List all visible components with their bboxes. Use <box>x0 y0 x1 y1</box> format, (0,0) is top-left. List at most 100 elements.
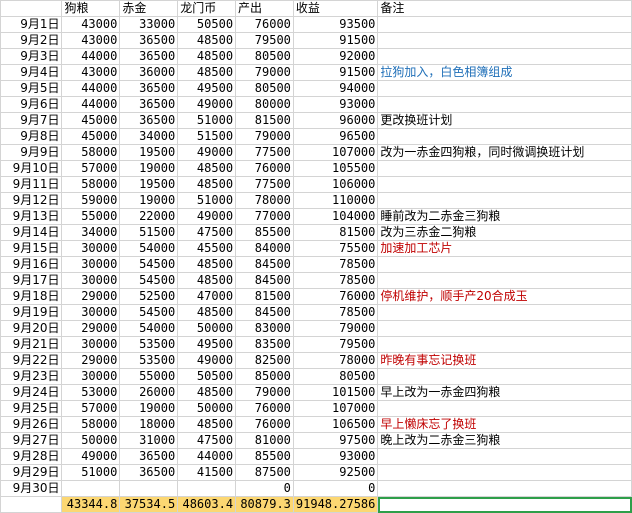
note-cell[interactable]: 停机维护，顺手产20合成玉 <box>377 288 632 305</box>
longmen-cell[interactable]: 47000 <box>177 288 237 305</box>
selected-cell[interactable] <box>377 496 632 513</box>
date-cell[interactable]: 9月2日 <box>0 32 63 49</box>
chanchu-cell[interactable]: 0 <box>235 480 294 497</box>
shouyi-cell[interactable]: 94000 <box>292 80 379 97</box>
note-cell[interactable]: 加速加工芯片 <box>377 240 632 257</box>
header-cell-shouyi[interactable]: 收益 <box>292 0 379 17</box>
date-cell[interactable]: 9月18日 <box>0 288 63 305</box>
longmen-cell[interactable]: 51000 <box>177 192 237 209</box>
chanchu-cell[interactable]: 76000 <box>235 400 294 417</box>
note-cell[interactable] <box>377 480 632 497</box>
chanchu-cell[interactable]: 77500 <box>235 176 294 193</box>
gouliang-cell[interactable]: 43000 <box>61 16 121 33</box>
date-cell[interactable]: 9月1日 <box>0 16 63 33</box>
gouliang-cell[interactable]: 58000 <box>61 144 121 161</box>
note-cell[interactable] <box>377 80 632 97</box>
shouyi-cell[interactable]: 96000 <box>292 112 379 129</box>
shouyi-cell[interactable]: 92000 <box>292 48 379 65</box>
gouliang-cell[interactable]: 44000 <box>61 48 121 65</box>
gouliang-cell[interactable]: 58000 <box>61 176 121 193</box>
longmen-cell[interactable]: 49000 <box>177 144 237 161</box>
longmen-cell[interactable]: 45500 <box>177 240 237 257</box>
shouyi-cell[interactable]: 79500 <box>292 336 379 353</box>
longmen-cell[interactable]: 50500 <box>177 16 237 33</box>
date-cell[interactable]: 9月5日 <box>0 80 63 97</box>
shouyi-cell[interactable]: 110000 <box>292 192 379 209</box>
chanchu-cell[interactable]: 76000 <box>235 16 294 33</box>
note-cell[interactable]: 晚上改为二赤金三狗粮 <box>377 432 632 449</box>
chanchu-cell[interactable]: 76000 <box>235 416 294 433</box>
date-cell[interactable]: 9月23日 <box>0 368 63 385</box>
chanchu-cell[interactable]: 84500 <box>235 256 294 273</box>
note-cell[interactable] <box>377 32 632 49</box>
chijin-cell[interactable]: 18000 <box>119 416 179 433</box>
longmen-cell[interactable]: 51000 <box>177 112 237 129</box>
shouyi-cell[interactable]: 78500 <box>292 272 379 289</box>
chijin-cell[interactable]: 54000 <box>119 320 179 337</box>
longmen-cell[interactable]: 50500 <box>177 368 237 385</box>
shouyi-cell[interactable]: 91500 <box>292 32 379 49</box>
note-cell[interactable] <box>377 192 632 209</box>
chanchu-cell[interactable]: 85000 <box>235 368 294 385</box>
chanchu-cell[interactable]: 79000 <box>235 128 294 145</box>
date-cell[interactable]: 9月20日 <box>0 320 63 337</box>
chanchu-cell[interactable]: 85500 <box>235 448 294 465</box>
note-cell[interactable]: 昨晚有事忘记换班 <box>377 352 632 369</box>
average-label-cell[interactable] <box>0 496 63 513</box>
chijin-cell[interactable]: 54000 <box>119 240 179 257</box>
average-longmen-cell[interactable]: 48603.4 <box>177 496 237 513</box>
chijin-cell[interactable]: 26000 <box>119 384 179 401</box>
date-cell[interactable]: 9月24日 <box>0 384 63 401</box>
chanchu-cell[interactable]: 84000 <box>235 240 294 257</box>
longmen-cell[interactable]: 48500 <box>177 176 237 193</box>
longmen-cell[interactable]: 48500 <box>177 32 237 49</box>
gouliang-cell[interactable]: 30000 <box>61 240 121 257</box>
shouyi-cell[interactable]: 107000 <box>292 400 379 417</box>
longmen-cell[interactable]: 49000 <box>177 208 237 225</box>
note-cell[interactable] <box>377 400 632 417</box>
gouliang-cell[interactable]: 44000 <box>61 96 121 113</box>
longmen-cell[interactable]: 48500 <box>177 160 237 177</box>
chanchu-cell[interactable]: 78000 <box>235 192 294 209</box>
shouyi-cell[interactable]: 75500 <box>292 240 379 257</box>
date-cell[interactable]: 9月4日 <box>0 64 63 81</box>
note-cell[interactable] <box>377 128 632 145</box>
note-cell[interactable] <box>377 96 632 113</box>
average-gouliang-cell[interactable]: 43344.8 <box>61 496 121 513</box>
date-cell[interactable]: 9月13日 <box>0 208 63 225</box>
note-cell[interactable]: 睡前改为二赤金三狗粮 <box>377 208 632 225</box>
chijin-cell[interactable]: 36500 <box>119 96 179 113</box>
gouliang-cell[interactable]: 58000 <box>61 416 121 433</box>
shouyi-cell[interactable]: 107000 <box>292 144 379 161</box>
average-chijin-cell[interactable]: 37534.5 <box>119 496 179 513</box>
date-cell[interactable]: 9月26日 <box>0 416 63 433</box>
chijin-cell[interactable]: 22000 <box>119 208 179 225</box>
shouyi-cell[interactable]: 76000 <box>292 288 379 305</box>
gouliang-cell[interactable]: 50000 <box>61 432 121 449</box>
average-shouyi-cell[interactable]: 91948.27586 <box>292 496 379 513</box>
shouyi-cell[interactable]: 93500 <box>292 16 379 33</box>
gouliang-cell[interactable]: 55000 <box>61 208 121 225</box>
chijin-cell[interactable]: 54500 <box>119 304 179 321</box>
note-cell[interactable] <box>377 464 632 481</box>
chijin-cell[interactable]: 19000 <box>119 400 179 417</box>
date-cell[interactable]: 9月9日 <box>0 144 63 161</box>
date-cell[interactable]: 9月17日 <box>0 272 63 289</box>
note-cell[interactable] <box>377 176 632 193</box>
longmen-cell[interactable]: 48500 <box>177 256 237 273</box>
date-cell[interactable]: 9月21日 <box>0 336 63 353</box>
gouliang-cell[interactable]: 29000 <box>61 352 121 369</box>
date-cell[interactable]: 9月8日 <box>0 128 63 145</box>
chanchu-cell[interactable]: 79000 <box>235 384 294 401</box>
longmen-cell[interactable]: 48500 <box>177 304 237 321</box>
shouyi-cell[interactable]: 80500 <box>292 368 379 385</box>
chanchu-cell[interactable]: 83000 <box>235 320 294 337</box>
longmen-cell[interactable]: 41500 <box>177 464 237 481</box>
longmen-cell[interactable]: 50000 <box>177 400 237 417</box>
chijin-cell[interactable]: 54500 <box>119 256 179 273</box>
chijin-cell[interactable]: 36000 <box>119 64 179 81</box>
chanchu-cell[interactable]: 80500 <box>235 80 294 97</box>
chanchu-cell[interactable]: 80500 <box>235 48 294 65</box>
longmen-cell[interactable]: 49500 <box>177 80 237 97</box>
shouyi-cell[interactable]: 78500 <box>292 304 379 321</box>
